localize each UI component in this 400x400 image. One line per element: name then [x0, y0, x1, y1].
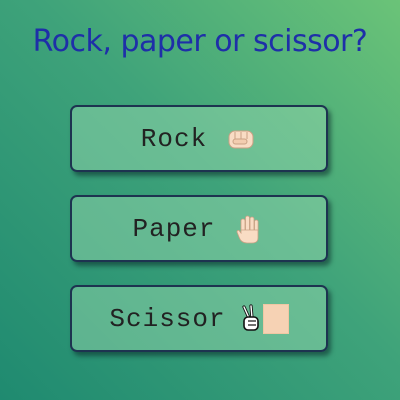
page-title: Rock, paper or scissor?: [32, 24, 368, 59]
paper-button-label: Paper: [132, 213, 216, 244]
paper-button[interactable]: Paper: [70, 195, 328, 262]
victory-hand-icon: [240, 303, 289, 334]
fist-icon: [225, 123, 257, 155]
scissor-button[interactable]: Scissor: [70, 285, 328, 352]
skin-tone-swatch: [262, 303, 289, 334]
rock-button[interactable]: Rock: [70, 105, 328, 172]
scissor-button-label: Scissor: [109, 303, 226, 334]
raised-hand-icon: [234, 213, 266, 245]
rock-button-label: Rock: [140, 123, 208, 154]
